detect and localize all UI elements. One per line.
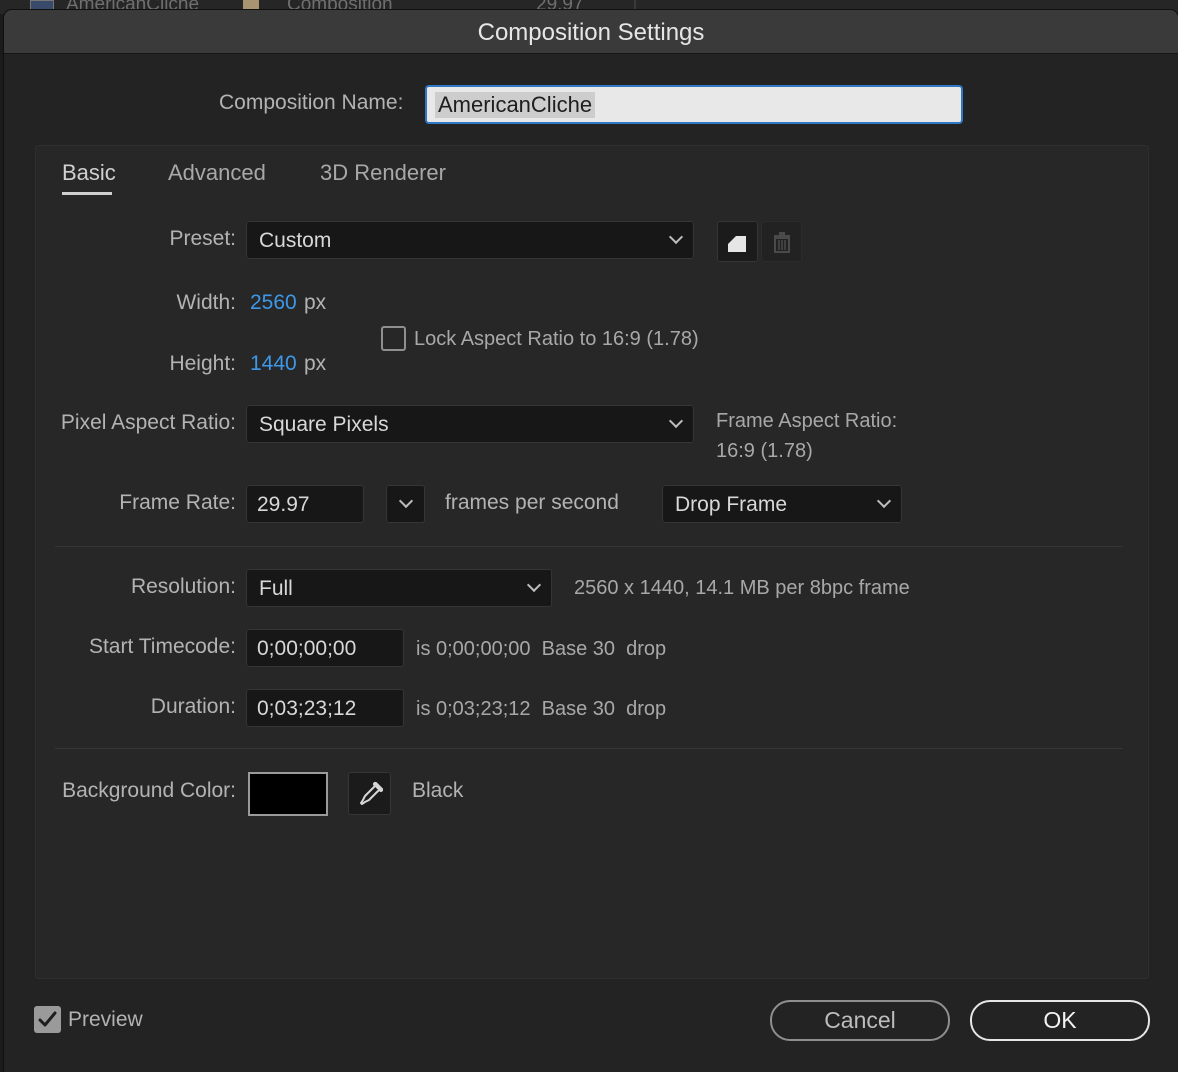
chevron-down-icon	[398, 493, 414, 509]
lock-aspect-checkbox[interactable]	[381, 326, 406, 351]
resolution-label: Resolution:	[130, 575, 236, 598]
height-label: Height:	[169, 352, 236, 375]
cancel-button[interactable]: Cancel	[770, 1000, 950, 1041]
frame-rate-unit: frames per second	[445, 491, 619, 514]
height-value[interactable]: 1440	[250, 352, 297, 376]
trash-icon	[774, 232, 790, 253]
background-color-name: Black	[412, 779, 464, 802]
duration-value: 0;03;23;12	[257, 697, 357, 720]
width-unit: px	[304, 291, 327, 314]
width-label: Width:	[176, 291, 236, 314]
composition-settings-dialog: Composition Settings Composition Name: A…	[4, 10, 1178, 1072]
lock-aspect-label[interactable]: Lock Aspect Ratio to 16:9 (1.78)	[414, 328, 699, 351]
chevron-down-icon	[526, 577, 542, 593]
tab-basic[interactable]: Basic	[62, 160, 116, 186]
chevron-down-icon	[668, 413, 684, 429]
frame-aspect-label: Frame Aspect Ratio:	[716, 410, 898, 432]
start-timecode-label: Start Timecode:	[88, 635, 236, 658]
pixel-aspect-label: Pixel Aspect Ratio:	[60, 411, 236, 434]
frame-rate-value: 29.97	[257, 493, 310, 516]
dialog-titlebar[interactable]: Composition Settings	[4, 10, 1178, 54]
frame-rate-presets-dropdown[interactable]	[386, 485, 425, 523]
save-preset-icon	[728, 236, 746, 252]
section-divider	[55, 546, 1123, 547]
start-timecode-value: 0;00;00;00	[257, 637, 357, 660]
tab-advanced[interactable]: Advanced	[168, 160, 266, 186]
duration-label: Duration:	[150, 695, 236, 718]
preset-value: Custom	[259, 229, 332, 252]
chevron-down-icon	[668, 229, 684, 245]
drop-frame-dropdown[interactable]: Drop Frame	[662, 485, 902, 523]
composition-name-label: Composition Name:	[219, 91, 404, 114]
frame-rate-label: Frame Rate:	[119, 491, 236, 514]
resolution-dropdown[interactable]: Full	[246, 569, 552, 607]
resolution-info: 2560 x 1440, 14.1 MB per 8bpc frame	[574, 577, 910, 599]
frame-aspect-value: 16:9 (1.78)	[716, 440, 813, 462]
preset-label: Preset:	[169, 227, 236, 250]
resolution-value: Full	[259, 577, 293, 600]
height-unit: px	[304, 352, 327, 375]
eyedropper-button[interactable]	[348, 772, 391, 815]
tab-3d-renderer[interactable]: 3D Renderer	[320, 160, 446, 186]
background-color-label: Background Color:	[62, 779, 236, 802]
background-color-swatch[interactable]	[248, 772, 328, 816]
composition-name-input[interactable]: AmericanCliche	[425, 85, 963, 124]
preview-label[interactable]: Preview	[68, 1008, 143, 1032]
preset-dropdown[interactable]: Custom	[246, 221, 694, 259]
pixel-aspect-dropdown[interactable]: Square Pixels	[246, 405, 694, 443]
section-divider	[55, 748, 1123, 749]
drop-frame-value: Drop Frame	[675, 493, 788, 516]
ok-button[interactable]: OK	[970, 1000, 1150, 1041]
frame-rate-input[interactable]: 29.97	[246, 485, 364, 523]
dialog-title: Composition Settings	[477, 19, 705, 46]
checkmark-icon	[38, 1011, 57, 1027]
active-tab-indicator	[62, 192, 112, 195]
eyedropper-icon	[360, 782, 383, 805]
duration-input[interactable]: 0;03;23;12	[246, 689, 404, 727]
settings-panel	[35, 145, 1149, 979]
pixel-aspect-value: Square Pixels	[259, 413, 389, 436]
start-timecode-input[interactable]: 0;00;00;00	[246, 629, 404, 667]
preview-checkbox[interactable]	[34, 1006, 61, 1033]
composition-icon	[30, 0, 54, 10]
delete-preset-button[interactable]	[761, 221, 802, 262]
start-timecode-info: is 0;00;00;00 Base 30 drop	[416, 638, 667, 660]
chevron-down-icon	[876, 493, 892, 509]
save-preset-button[interactable]	[717, 221, 758, 262]
composition-name-value: AmericanCliche	[435, 92, 596, 118]
duration-info: is 0;03;23;12 Base 30 drop	[416, 698, 667, 720]
width-value[interactable]: 2560	[250, 291, 297, 315]
